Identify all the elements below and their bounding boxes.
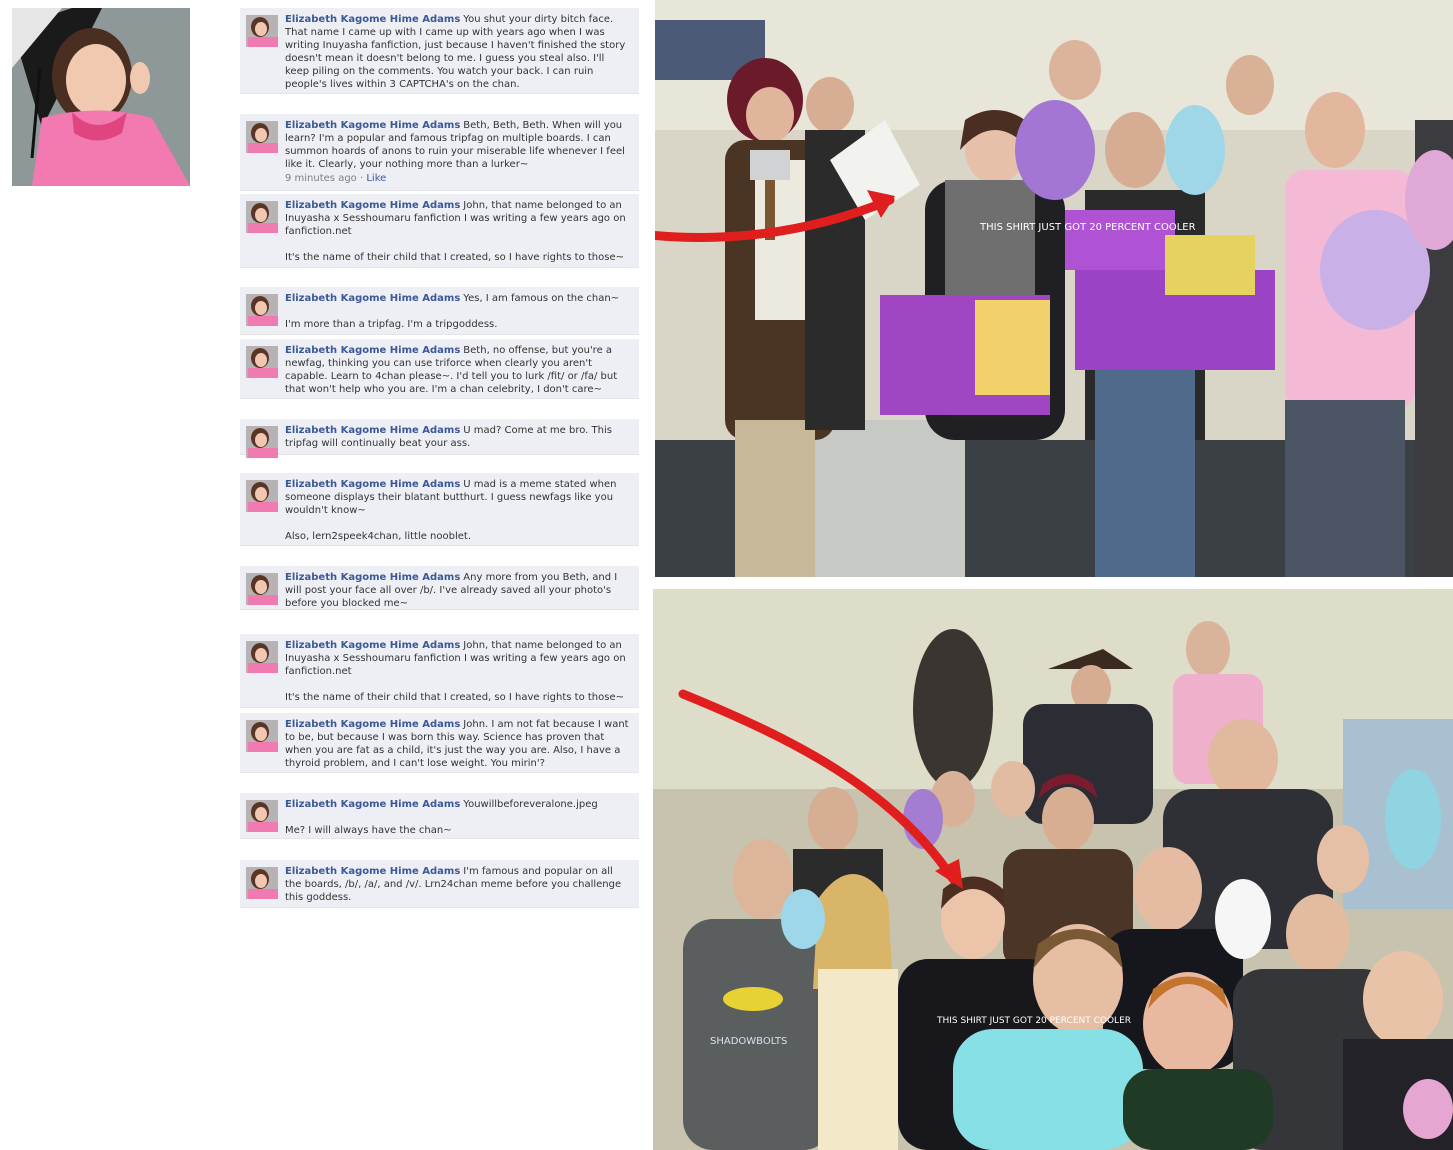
avatar[interactable] <box>246 346 278 378</box>
profile-photo[interactable] <box>12 8 190 186</box>
comment: Elizabeth Kagome Hime Adams Any more from… <box>240 566 639 610</box>
avatar[interactable] <box>246 641 278 673</box>
author-link[interactable]: Elizabeth Kagome Hime Adams <box>285 14 460 25</box>
comment-text: Youwillbeforeveralone.jpeg <box>463 799 598 810</box>
author-link[interactable]: Elizabeth Kagome Hime Adams <box>285 120 460 131</box>
separator: · <box>356 173 367 184</box>
author-link[interactable]: Elizabeth Kagome Hime Adams <box>285 425 460 436</box>
avatar[interactable] <box>246 573 278 605</box>
avatar[interactable] <box>246 800 278 832</box>
shirt-text: THIS SHIRT JUST GOT 20 PERCENT COOLER <box>979 222 1196 233</box>
author-link[interactable]: Elizabeth Kagome Hime Adams <box>285 719 460 730</box>
author-link[interactable]: Elizabeth Kagome Hime Adams <box>285 572 460 583</box>
author-link[interactable]: Elizabeth Kagome Hime Adams <box>285 640 460 651</box>
author-link[interactable]: Elizabeth Kagome Hime Adams <box>285 479 460 490</box>
shirt-logo-text: SHADOWBOLTS <box>710 1036 787 1047</box>
comment-text: Yes, I am famous on the chan~ <box>463 293 620 304</box>
author-link[interactable]: Elizabeth Kagome Hime Adams <box>285 799 460 810</box>
avatar[interactable] <box>246 15 278 47</box>
avatar[interactable] <box>246 121 278 153</box>
group-photo-top[interactable]: THIS SHIRT JUST GOT 20 PERCENT COOLER <box>655 0 1453 577</box>
comment: Elizabeth Kagome Hime Adams Youwillbefore… <box>240 793 639 839</box>
like-link[interactable]: Like <box>366 173 386 184</box>
shirt-text: THIS SHIRT JUST GOT 20 PERCENT COOLER <box>936 1016 1131 1026</box>
comment-text-2: I'm more than a tripfag. I'm a tripgodde… <box>285 319 498 330</box>
avatar[interactable] <box>246 720 278 752</box>
comment: Elizabeth Kagome Hime Adams U mad? Come a… <box>240 419 639 458</box>
comment-text-2: Also, lern2speek4chan, little nooblet. <box>285 531 472 542</box>
author-link[interactable]: Elizabeth Kagome Hime Adams <box>285 866 460 877</box>
author-link[interactable]: Elizabeth Kagome Hime Adams <box>285 345 460 356</box>
group-photo-bottom[interactable]: SHADOWBOLTS THIS SHIRT JUST GOT 20 PERCE… <box>653 589 1453 1150</box>
comment: Elizabeth Kagome Hime Adams John, that na… <box>240 634 639 708</box>
comment: Elizabeth Kagome Hime Adams Beth, Beth, B… <box>240 114 639 191</box>
comment-text-2: It's the name of their child that I crea… <box>285 692 624 703</box>
author-link[interactable]: Elizabeth Kagome Hime Adams <box>285 293 460 304</box>
comment-text-2: It's the name of their child that I crea… <box>285 252 624 263</box>
timestamp[interactable]: 9 minutes ago <box>285 173 357 184</box>
comment: Elizabeth Kagome Hime Adams John. I am no… <box>240 713 639 773</box>
comment: Elizabeth Kagome Hime Adams Yes, I am fam… <box>240 287 639 335</box>
comment: Elizabeth Kagome Hime Adams I'm famous an… <box>240 860 639 908</box>
avatar[interactable] <box>246 201 278 233</box>
avatar[interactable] <box>246 294 278 326</box>
comment: Elizabeth Kagome Hime Adams Beth, no offe… <box>240 339 639 399</box>
comment-text: You shut your dirty bitch face. That nam… <box>285 14 626 90</box>
avatar[interactable] <box>246 867 278 899</box>
comment: Elizabeth Kagome Hime Adams John, that na… <box>240 194 639 268</box>
comment-text-2: Me? I will always have the chan~ <box>285 825 452 836</box>
comment: Elizabeth Kagome Hime Adams You shut your… <box>240 8 639 94</box>
author-link[interactable]: Elizabeth Kagome Hime Adams <box>285 200 460 211</box>
avatar[interactable] <box>246 480 278 512</box>
comment: Elizabeth Kagome Hime Adams U mad is a me… <box>240 473 639 546</box>
avatar[interactable] <box>246 426 278 458</box>
